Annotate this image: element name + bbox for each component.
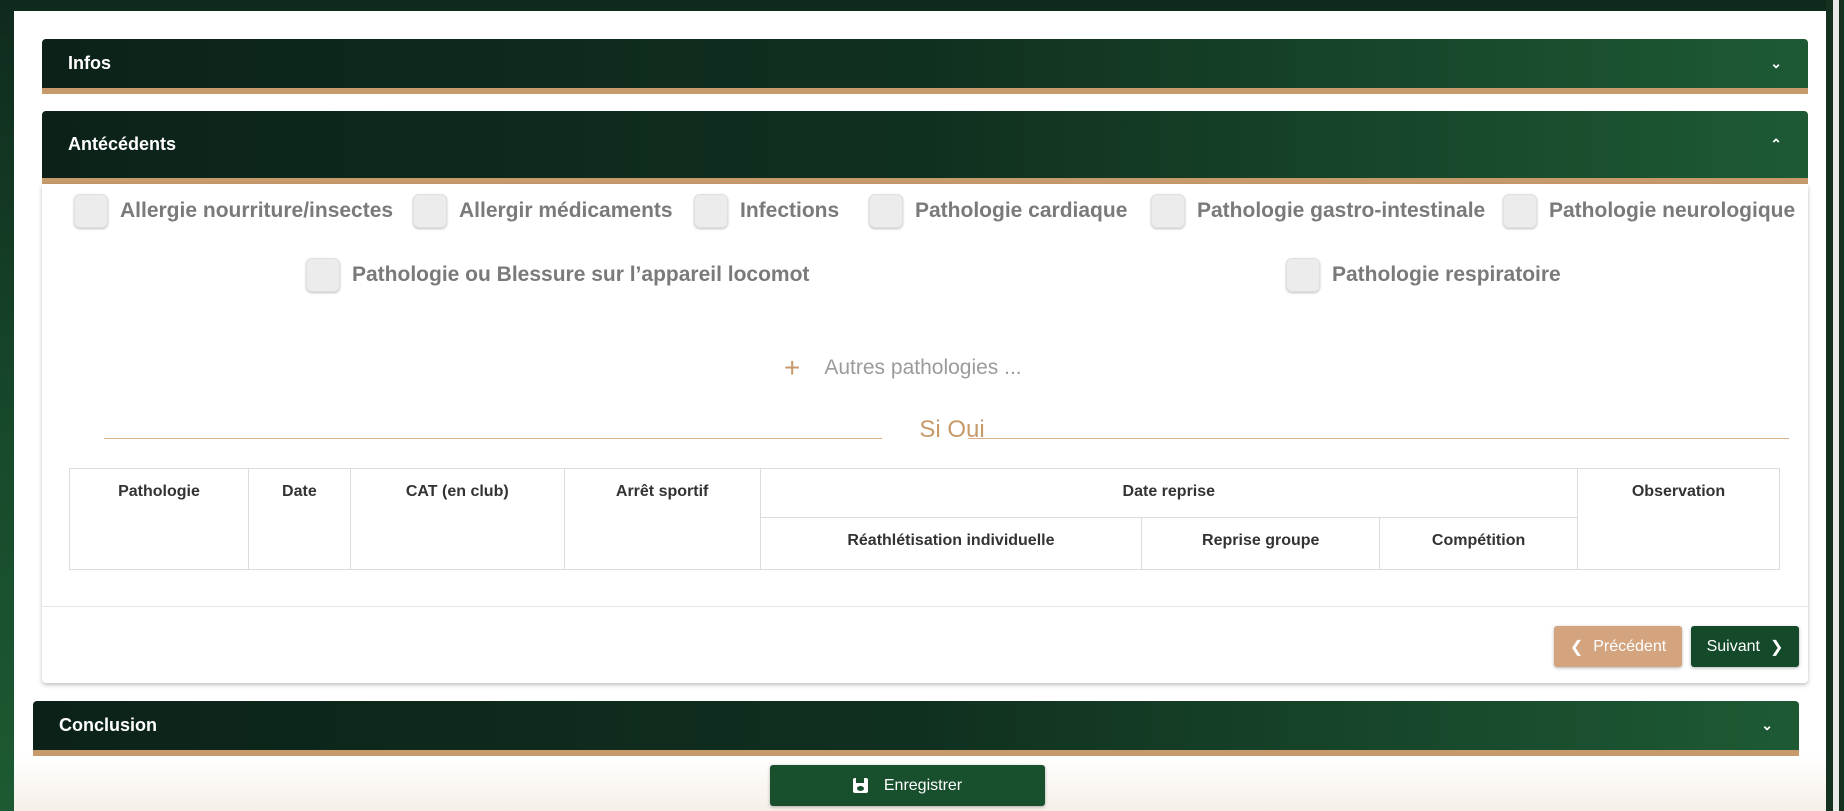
- col-header-observation: Observation: [1577, 468, 1780, 570]
- col-header-competition: Compétition: [1379, 517, 1579, 570]
- checkbox-label: Allergie nourriture/insectes: [120, 199, 394, 222]
- section-title-antecedents: Antécédents: [68, 134, 177, 154]
- section-title-infos: Infos: [68, 53, 111, 73]
- checkbox-box[interactable]: [694, 194, 728, 228]
- checkbox-box[interactable]: [413, 194, 447, 228]
- divider-right: [968, 438, 1789, 439]
- next-label: Suivant: [1706, 637, 1760, 655]
- checkbox-pathologie-locomoteur[interactable]: Pathologie ou Blessure sur l’appareil lo…: [306, 258, 809, 292]
- plus-icon: +: [784, 352, 801, 383]
- col-header-date-reprise: Date reprise: [759, 468, 1579, 518]
- checkbox-pathologie-respiratoire[interactable]: Pathologie respiratoire: [1286, 258, 1561, 292]
- si-oui-heading: Si Oui: [919, 416, 985, 443]
- previous-label: Précédent: [1593, 637, 1667, 655]
- add-other-pathology-button[interactable]: + Autres pathologies ...: [784, 352, 1022, 384]
- checkbox-box[interactable]: [306, 258, 340, 292]
- checkbox-allergie-medicaments[interactable]: Allergir médicaments: [413, 194, 673, 228]
- checkbox-infections[interactable]: Infections: [694, 194, 839, 228]
- col-header-date: Date: [247, 468, 351, 570]
- next-button[interactable]: Suivant ❯: [1691, 626, 1799, 667]
- checkbox-label: Pathologie cardiaque: [915, 199, 1128, 222]
- chevron-down-icon[interactable]: ⌄: [1761, 717, 1773, 734]
- save-button[interactable]: Enregistrer: [770, 765, 1045, 806]
- checkbox-label: Pathologie ou Blessure sur l’appareil lo…: [352, 263, 810, 286]
- col-header-arret: Arrêt sportif: [563, 468, 761, 570]
- checkbox-pathologie-neurologique[interactable]: Pathologie neurologique: [1503, 194, 1795, 228]
- checkbox-label: Infections: [740, 199, 840, 222]
- checkbox-label: Allergir médicaments: [459, 199, 673, 222]
- chevron-up-icon[interactable]: ⌃: [1770, 136, 1782, 153]
- add-other-pathology-label: Autres pathologies ...: [824, 356, 1022, 379]
- chevron-down-icon[interactable]: ⌄: [1770, 55, 1782, 72]
- checkbox-box[interactable]: [869, 194, 903, 228]
- accordion-header-conclusion[interactable]: Conclusion ⌄: [33, 701, 1799, 756]
- col-header-reprise-groupe: Reprise groupe: [1141, 517, 1381, 570]
- section-title-conclusion: Conclusion: [59, 715, 157, 735]
- col-header-pathologie: Pathologie: [69, 468, 249, 570]
- accordion-header-antecedents[interactable]: Antécédents ⌃: [42, 111, 1808, 184]
- checkbox-box[interactable]: [1503, 194, 1537, 228]
- checkbox-label: Pathologie neurologique: [1549, 199, 1796, 222]
- panel-footer: ❮ Précédent Suivant ❯: [42, 606, 1808, 683]
- scrollbar[interactable]: [1826, 0, 1844, 811]
- chevron-right-icon: ❯: [1769, 638, 1784, 656]
- checkbox-pathologie-gastro[interactable]: Pathologie gastro-intestinale: [1151, 194, 1485, 228]
- checkbox-box[interactable]: [1151, 194, 1185, 228]
- previous-button[interactable]: ❮ Précédent: [1554, 626, 1682, 667]
- scrollbar-track[interactable]: [1833, 0, 1839, 811]
- col-header-reathletisation: Réathlétisation individuelle: [759, 517, 1143, 570]
- accordion-header-infos[interactable]: Infos ⌄: [42, 39, 1808, 94]
- antecedents-panel: Allergie nourriture/insectes Allergir mé…: [42, 184, 1808, 683]
- checkbox-allergie-nourriture[interactable]: Allergie nourriture/insectes: [74, 194, 393, 228]
- save-label: Enregistrer: [883, 776, 963, 794]
- save-icon: [852, 778, 868, 793]
- checkbox-pathologie-cardiaque[interactable]: Pathologie cardiaque: [869, 194, 1127, 228]
- col-header-cat: CAT (en club): [349, 468, 565, 570]
- divider-left: [104, 438, 882, 439]
- chevron-left-icon: ❮: [1569, 638, 1584, 656]
- checkbox-box[interactable]: [1286, 258, 1320, 292]
- checkbox-label: Pathologie gastro-intestinale: [1197, 199, 1486, 222]
- checkbox-label: Pathologie respiratoire: [1332, 263, 1561, 286]
- checkbox-box[interactable]: [74, 194, 108, 228]
- pathology-table: Pathologie Date CAT (en club) Arrêt spor…: [69, 468, 1780, 570]
